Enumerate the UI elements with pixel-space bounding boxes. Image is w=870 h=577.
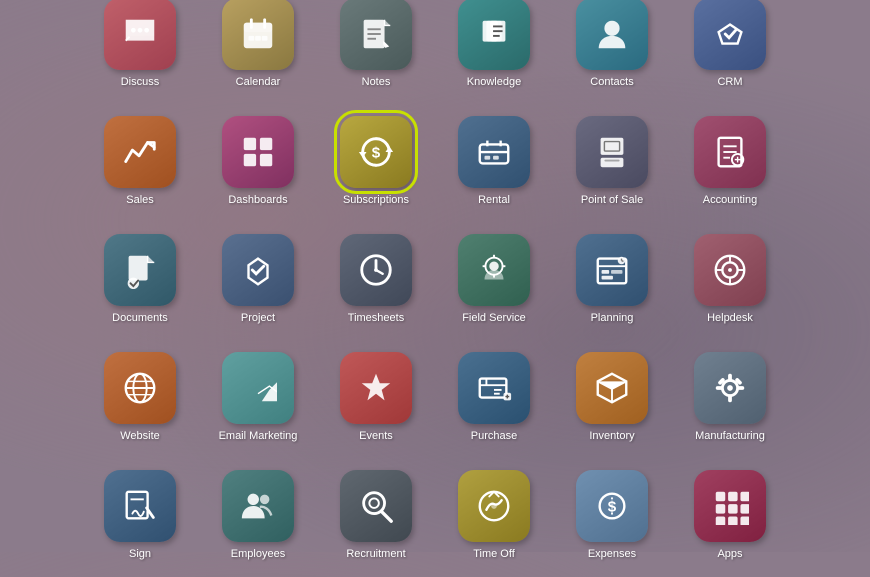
app-item-pos[interactable]: Point of Sale [557,103,667,213]
app-icon-planning [576,234,648,306]
app-label-contacts: Contacts [590,76,633,89]
app-item-rental[interactable]: Rental [439,103,549,213]
app-label-documents: Documents [112,312,168,325]
app-label-discuss: Discuss [121,76,160,89]
app-icon-events [340,352,412,424]
app-icon-pos [576,116,648,188]
app-icon-timeoff [458,470,530,542]
app-icon-emailmkt [222,352,294,424]
app-item-planning[interactable]: Planning [557,221,667,331]
app-item-accounting[interactable]: Accounting [675,103,785,213]
app-label-pos: Point of Sale [581,194,643,207]
app-label-emailmkt: Email Marketing [219,430,298,443]
svg-text:$: $ [372,145,381,162]
app-item-timeoff[interactable]: Time Off [439,457,549,567]
app-item-recruitment[interactable]: Recruitment [321,457,431,567]
app-item-crm[interactable]: CRM [675,0,785,95]
app-label-crm: CRM [717,76,742,89]
app-icon-contacts [576,0,648,70]
app-label-notes: Notes [362,76,391,89]
app-label-apps: Apps [717,548,742,561]
app-label-employees: Employees [231,548,285,561]
app-label-rental: Rental [478,194,510,207]
app-icon-manufacturing [694,352,766,424]
app-item-knowledge[interactable]: Knowledge [439,0,549,95]
app-item-timesheets[interactable]: Timesheets [321,221,431,331]
app-icon-discuss [104,0,176,70]
app-icon-project [222,234,294,306]
app-icon-calendar [222,0,294,70]
app-icon-apps [694,470,766,542]
app-item-apps[interactable]: Apps [675,457,785,567]
app-icon-timesheets [340,234,412,306]
app-label-knowledge: Knowledge [467,76,521,89]
app-item-notes[interactable]: Notes [321,0,431,95]
app-item-subscriptions[interactable]: $ Subscriptions [321,103,431,213]
app-item-manufacturing[interactable]: Manufacturing [675,339,785,449]
app-label-dashboards: Dashboards [228,194,287,207]
app-icon-helpdesk [694,234,766,306]
app-label-sign: Sign [129,548,151,561]
app-label-sales: Sales [126,194,154,207]
app-label-inventory: Inventory [589,430,634,443]
app-item-emailmkt[interactable]: Email Marketing [203,339,313,449]
app-item-employees[interactable]: Employees [203,457,313,567]
app-icon-website [104,352,176,424]
app-label-fieldservice: Field Service [462,312,526,325]
app-icon-dashboards [222,116,294,188]
app-item-discuss[interactable]: Discuss [85,0,195,95]
app-icon-expenses: $ [576,470,648,542]
app-item-website[interactable]: Website [85,339,195,449]
app-item-purchase[interactable]: Purchase [439,339,549,449]
app-item-contacts[interactable]: Contacts [557,0,667,95]
app-label-subscriptions: Subscriptions [343,194,409,207]
app-item-fieldservice[interactable]: Field Service [439,221,549,331]
app-icon-notes [340,0,412,70]
app-item-inventory[interactable]: Inventory [557,339,667,449]
app-item-expenses[interactable]: $ Expenses [557,457,667,567]
app-label-timesheets: Timesheets [348,312,404,325]
app-label-expenses: Expenses [588,548,636,561]
app-icon-subscriptions: $ [340,116,412,188]
app-icon-accounting [694,116,766,188]
app-icon-crm [694,0,766,70]
app-icon-rental [458,116,530,188]
app-icon-recruitment [340,470,412,542]
app-label-calendar: Calendar [236,76,281,89]
app-icon-purchase [458,352,530,424]
app-icon-sign [104,470,176,542]
app-icon-employees [222,470,294,542]
app-label-planning: Planning [591,312,634,325]
app-item-events[interactable]: Events [321,339,431,449]
app-item-dashboards[interactable]: Dashboards [203,103,313,213]
app-icon-fieldservice [458,234,530,306]
app-item-sign[interactable]: Sign [85,457,195,567]
app-item-sales[interactable]: Sales [85,103,195,213]
app-label-project: Project [241,312,275,325]
app-icon-sales [104,116,176,188]
app-label-accounting: Accounting [703,194,757,207]
app-item-documents[interactable]: Documents [85,221,195,331]
app-grid: Discuss Calendar Notes Knowledge Contacts CRM… [75,0,795,577]
app-label-manufacturing: Manufacturing [695,430,765,443]
app-label-purchase: Purchase [471,430,517,443]
app-item-calendar[interactable]: Calendar [203,0,313,95]
app-icon-knowledge [458,0,530,70]
app-label-helpdesk: Helpdesk [707,312,753,325]
app-label-events: Events [359,430,393,443]
app-label-timeoff: Time Off [473,548,515,561]
app-label-recruitment: Recruitment [346,548,405,561]
app-label-website: Website [120,430,160,443]
app-item-helpdesk[interactable]: Helpdesk [675,221,785,331]
app-item-project[interactable]: Project [203,221,313,331]
app-icon-documents [104,234,176,306]
app-icon-inventory [576,352,648,424]
